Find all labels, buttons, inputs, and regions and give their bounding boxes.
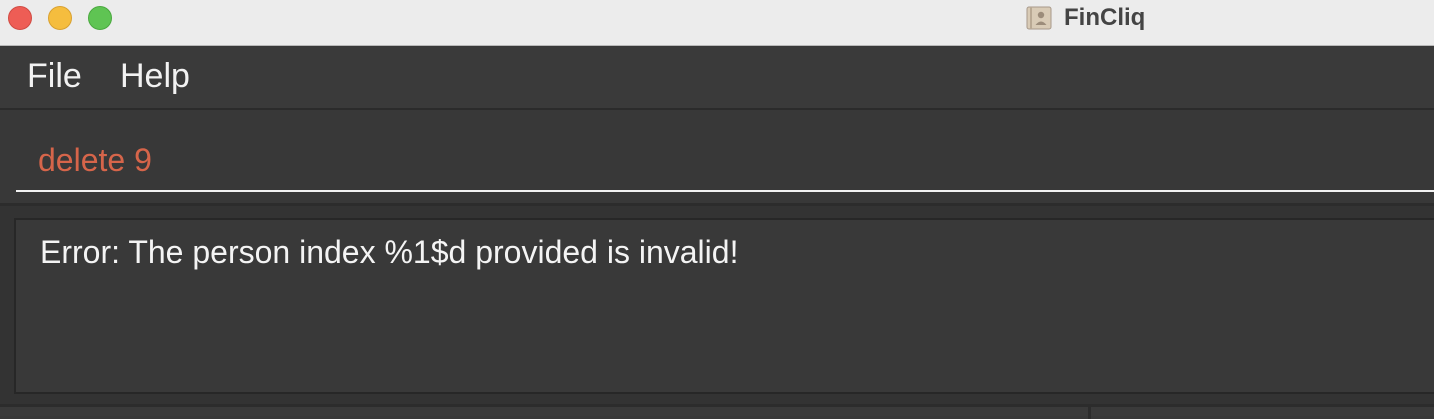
window-title: FinCliq [1064,4,1146,31]
panel-divider[interactable] [1088,407,1091,419]
menu-file[interactable]: File [27,57,82,96]
zoom-window-button[interactable] [88,6,112,30]
result-display-panel: Error: The person index %1$d provided is… [0,206,1434,404]
command-box-panel [0,110,1434,206]
result-display-box: Error: The person index %1$d provided is… [14,218,1434,394]
minimize-window-button[interactable] [48,6,72,30]
contacts-book-icon [1026,6,1052,30]
menu-bar: File Help [0,47,1434,110]
menu-help[interactable]: Help [120,57,190,96]
window-titlebar: FinCliq [0,0,1434,46]
result-message: Error: The person index %1$d provided is… [40,234,739,270]
bottom-panel-edge [0,404,1434,419]
command-input[interactable] [16,130,1434,192]
close-window-button[interactable] [8,6,32,30]
window-title-group: FinCliq [1026,4,1146,31]
